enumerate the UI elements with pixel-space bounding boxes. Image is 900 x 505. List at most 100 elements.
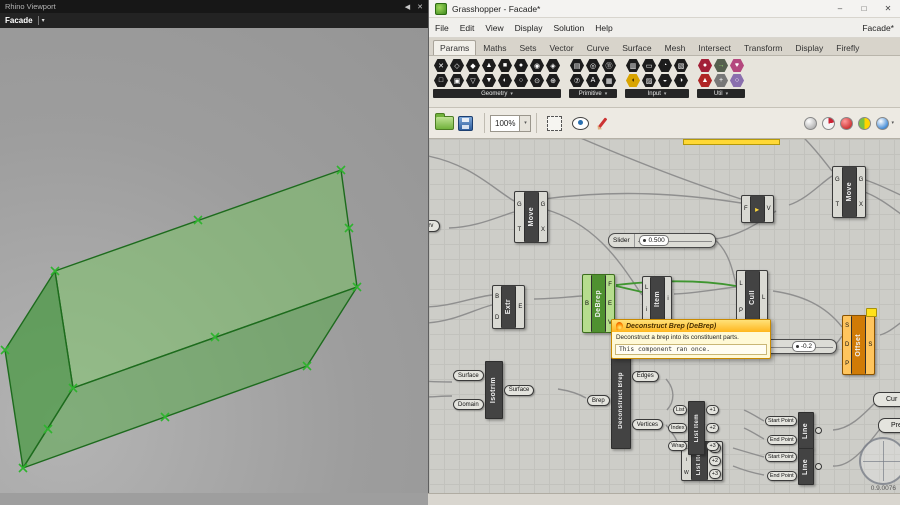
output-port[interactable]: E xyxy=(518,304,522,310)
output-param[interactable]: +1 xyxy=(706,405,719,415)
output-port[interactable]: G xyxy=(541,202,546,208)
toolbar-icon[interactable]: ◉ xyxy=(529,59,545,72)
input-param[interactable]: End Point xyxy=(766,470,797,481)
gh-tab[interactable]: Surface xyxy=(616,41,657,55)
input-param[interactable]: Domain xyxy=(453,399,484,410)
component-line[interactable]: Start Point End Point Line xyxy=(764,448,822,485)
input-port[interactable]: P xyxy=(845,361,849,367)
component-core[interactable]: DeBrep xyxy=(591,275,607,332)
menu-item[interactable]: File xyxy=(435,23,449,33)
component-gate[interactable]: F ▸ V xyxy=(741,195,774,223)
toolbar-icon[interactable]: ● xyxy=(697,59,713,72)
menu-item[interactable]: Edit xyxy=(460,23,475,33)
toolbar-icon[interactable]: ◈ xyxy=(545,59,561,72)
toolbar-icon[interactable]: ◆ xyxy=(465,59,481,72)
component-core[interactable]: Extr xyxy=(501,286,517,328)
gh-titlebar[interactable]: Grasshopper - Facade* – □ ✕ xyxy=(429,0,900,18)
input-param[interactable]: Start Point xyxy=(765,452,797,463)
selection-rectangle-icon[interactable] xyxy=(547,115,563,131)
gh-tab[interactable]: Sets xyxy=(513,41,542,55)
component-core[interactable]: List Item xyxy=(688,401,706,455)
component-core[interactable]: Line xyxy=(797,448,814,485)
group-label[interactable]: Util ▾ xyxy=(697,89,745,98)
toolbar-icon[interactable]: ◒ xyxy=(657,74,673,87)
close-button[interactable]: ✕ xyxy=(876,0,900,17)
toolbar-icon[interactable]: ◑ xyxy=(673,74,689,87)
component-offset-warning[interactable]: S D P Offset S xyxy=(842,315,876,375)
component-core[interactable]: ▸ xyxy=(749,196,765,222)
slider-track[interactable]: 0.500 xyxy=(635,234,715,247)
output-param[interactable]: +3 xyxy=(708,468,722,479)
preview-eye-icon[interactable] xyxy=(572,116,590,130)
component-core[interactable]: Deconstruct Brep xyxy=(610,352,631,449)
toolbar-icon[interactable]: ▲ xyxy=(481,59,497,72)
toolbar-icon[interactable]: ▥ xyxy=(625,59,641,72)
toolbar-icon[interactable]: ▦ xyxy=(601,74,617,87)
input-param[interactable]: Brep xyxy=(587,395,610,406)
slider-grip[interactable]: 0.500 xyxy=(639,235,669,246)
param-crv[interactable]: Crv xyxy=(429,219,441,232)
input-port[interactable]: F xyxy=(744,206,748,212)
output-param[interactable]: Edges xyxy=(631,370,659,382)
toolbar-icon[interactable]: ▨ xyxy=(641,74,657,87)
output-param[interactable]: Surface xyxy=(503,384,535,396)
maximize-button[interactable]: □ xyxy=(852,0,876,17)
output-port[interactable]: L xyxy=(762,295,765,301)
component-isotrim[interactable]: Surface Domain Isotrim Surface xyxy=(452,361,535,419)
output-port[interactable]: X xyxy=(859,202,863,208)
close-icon[interactable]: ✕ xyxy=(417,4,423,11)
component-core[interactable]: Move xyxy=(841,167,857,217)
group-label[interactable]: Geometry ▾ xyxy=(433,89,561,98)
output-param[interactable]: +2 xyxy=(706,423,719,433)
component-core[interactable]: Cull xyxy=(745,271,761,324)
number-slider[interactable]: Slider 0.500 xyxy=(608,233,716,248)
input-param[interactable]: Index xyxy=(668,423,688,433)
input-port[interactable]: G xyxy=(835,177,840,183)
component-move[interactable]: G T Move G X xyxy=(514,191,549,243)
canvas-compass-widget[interactable] xyxy=(859,437,900,485)
zoom-level[interactable]: 100% xyxy=(490,114,521,132)
slider-grip[interactable]: -0.2 xyxy=(791,341,817,352)
output-port[interactable] xyxy=(814,463,822,470)
toolbar-icon[interactable]: ◇ xyxy=(449,59,465,72)
input-param[interactable]: Wrap xyxy=(668,441,688,451)
group-marker[interactable] xyxy=(683,139,780,145)
input-port[interactable]: L xyxy=(645,285,648,291)
output-port[interactable] xyxy=(814,427,822,434)
toolbar-icon[interactable]: ▧ xyxy=(673,59,689,72)
output-port[interactable]: V xyxy=(767,206,771,212)
toolbar-icon[interactable]: ▭ xyxy=(641,59,657,72)
toolbar-icon[interactable]: + xyxy=(713,74,729,87)
document-preview-icon[interactable] xyxy=(876,116,890,130)
toolbar-icon[interactable]: ⊕ xyxy=(545,74,561,87)
input-port[interactable]: G xyxy=(517,202,522,208)
output-port[interactable]: X xyxy=(541,227,545,233)
gh-tab[interactable]: Maths xyxy=(477,41,512,55)
chevron-down-icon[interactable]: ▾ xyxy=(42,17,45,24)
component-move[interactable]: G T Move G X xyxy=(832,166,867,218)
input-port[interactable]: B xyxy=(585,301,589,307)
toolbar-icon[interactable]: A xyxy=(585,74,601,87)
component-deconstruct-brep[interactable]: Brep Deconstruct Brep Edges Vertices xyxy=(586,352,664,449)
viewport-tab[interactable]: Facade ▾ xyxy=(0,13,428,28)
save-file-icon[interactable] xyxy=(458,115,473,131)
gh-tab[interactable]: Transform xyxy=(738,41,788,55)
gh-tab[interactable]: Curve xyxy=(581,41,616,55)
toolbar-icon[interactable]: ◔ xyxy=(657,59,673,72)
input-port[interactable]: S xyxy=(845,323,849,329)
component-core[interactable]: Isotrim xyxy=(484,361,503,419)
gh-tab[interactable]: Firefly xyxy=(830,41,865,55)
output-port[interactable]: E xyxy=(608,301,612,307)
output-port[interactable]: F xyxy=(608,282,612,288)
preview-custom-icon[interactable] xyxy=(858,116,872,130)
group-label[interactable]: Input ▾ xyxy=(625,89,689,98)
output-port[interactable]: i xyxy=(667,296,668,302)
gh-canvas[interactable]: Crv G T Move G X Slider 0.500 F ▸ V G T Mov… xyxy=(429,139,900,493)
green-box-geometry[interactable] xyxy=(0,28,428,493)
menu-item[interactable]: Help xyxy=(595,23,612,33)
component-core[interactable]: Item xyxy=(650,277,666,321)
toolbar-icon[interactable]: ■ xyxy=(497,59,513,72)
toolbar-icon[interactable]: ⑪ xyxy=(601,59,617,72)
toolbar-icon[interactable]: □ xyxy=(433,74,449,87)
input-port[interactable]: L xyxy=(739,281,742,287)
